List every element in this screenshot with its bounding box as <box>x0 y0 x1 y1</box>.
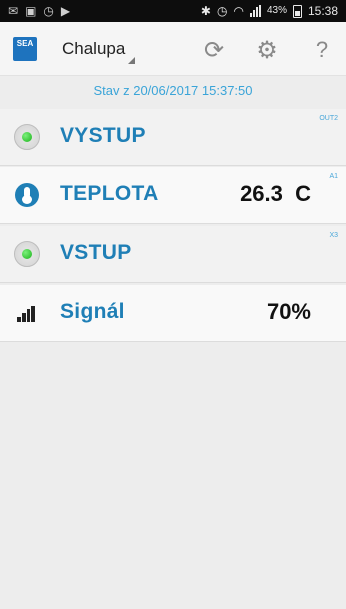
status-bar: ✉ ▣ ◷ ▶ ✱ ◷ ◠ 43% 15:38 <box>0 0 346 22</box>
status-timestamp: Stav z 20/06/2017 15:37:50 <box>93 83 253 98</box>
mail-icon: ✉ <box>8 4 19 18</box>
wifi-icon: ◠ <box>233 4 244 18</box>
cell-signal-icon <box>249 5 261 17</box>
system-icons: ✱ ◷ ◠ 43% 15:38 <box>201 3 338 19</box>
battery-percent: 43% <box>266 5 287 16</box>
device-selector[interactable]: Chalupa <box>62 39 125 59</box>
row-tag: OUT2 <box>319 115 338 122</box>
status-led-icon <box>14 241 40 267</box>
settings-gear-icon[interactable]: ⚙ <box>252 35 282 65</box>
thermometer-icon <box>15 183 39 207</box>
image-icon: ▣ <box>25 4 37 18</box>
bluetooth-icon: ✱ <box>200 4 211 18</box>
row-label: TEPLOTA <box>60 182 159 205</box>
signal-strength-icon <box>17 306 35 322</box>
alarm-icon: ◷ <box>43 4 54 18</box>
app-logo-icon[interactable]: SEA <box>13 37 37 61</box>
battery-icon <box>292 4 302 18</box>
refresh-icon[interactable]: ⟳ <box>199 35 229 65</box>
status-led-icon <box>14 124 40 150</box>
row-tag: X3 <box>329 232 338 239</box>
row-label: Signál <box>60 300 125 323</box>
io-row-signal[interactable]: Signál 70% <box>0 285 346 342</box>
app-logo-text: SEA <box>16 39 34 48</box>
io-row-vystup[interactable]: VYSTUP OUT2 <box>0 109 346 166</box>
row-value: 70% <box>266 299 311 324</box>
row-label: VYSTUP <box>60 124 146 147</box>
clock: 15:38 <box>307 4 338 18</box>
io-row-teplota[interactable]: TEPLOTA 26.3 C A1 <box>0 167 346 224</box>
row-label: VSTUP <box>60 241 132 264</box>
notification-icons: ✉ ▣ ◷ ▶ <box>8 3 70 19</box>
row-value: 26.3 C <box>240 181 311 206</box>
io-row-vstup[interactable]: VSTUP X3 <box>0 226 346 283</box>
alarm-clock-icon: ◷ <box>216 4 228 18</box>
help-icon[interactable]: ? <box>307 35 337 65</box>
dropdown-arrow-icon[interactable] <box>128 57 135 64</box>
row-tag: A1 <box>329 173 338 180</box>
play-icon: ▶ <box>60 4 71 18</box>
action-bar: SEA Chalupa ⟳ ⚙ ? <box>0 22 346 76</box>
